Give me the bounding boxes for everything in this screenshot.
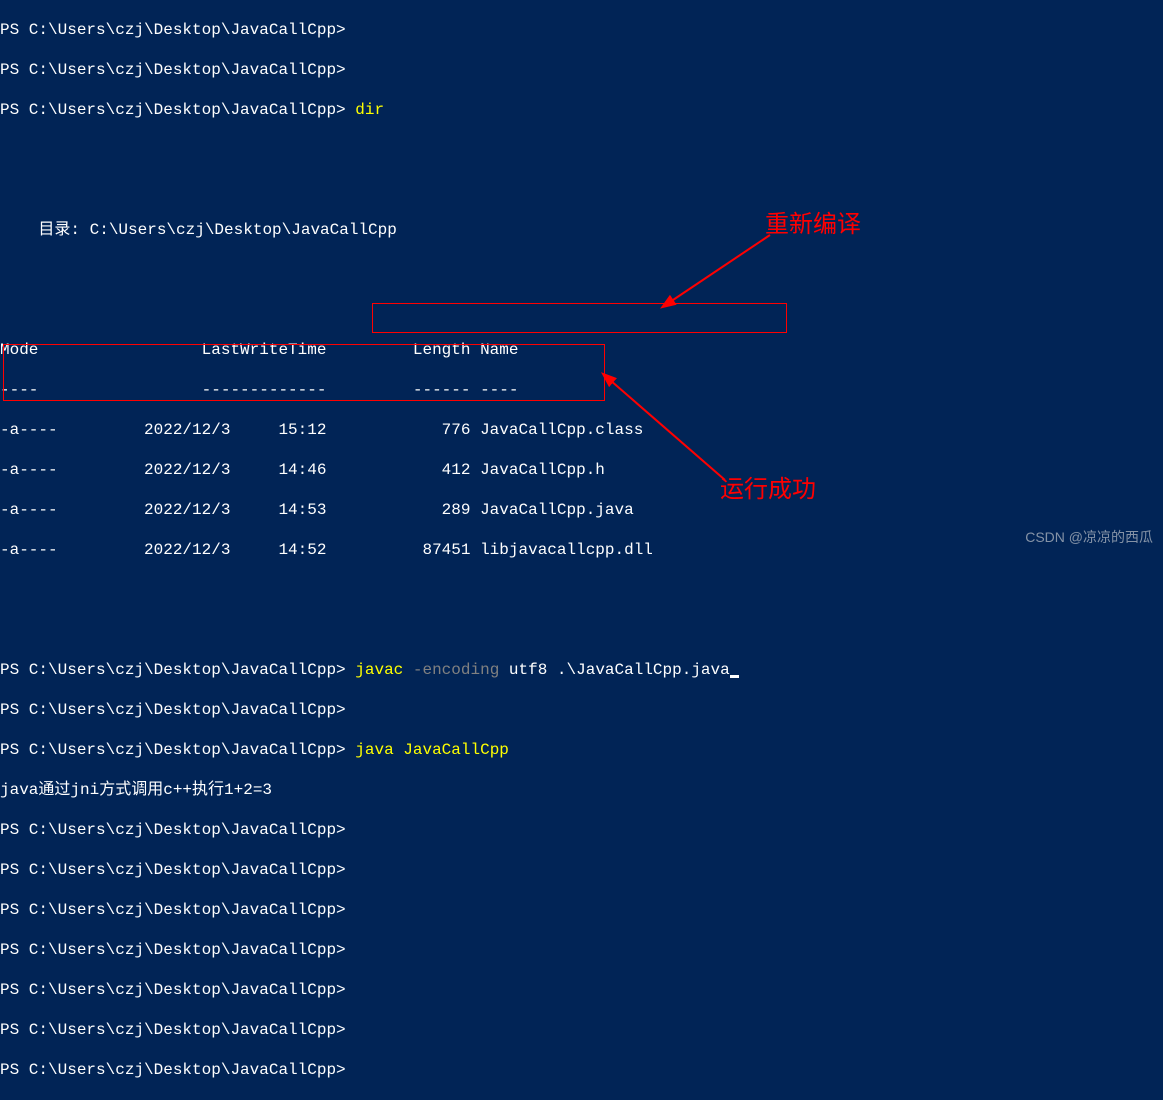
highlight-box-success (3, 344, 605, 401)
command-javac: javac (355, 661, 413, 679)
prompt-line: PS C:\Users\czj\Desktop\JavaCallCpp> (0, 940, 1163, 960)
cursor-icon (730, 675, 739, 678)
prompt-text: PS C:\Users\czj\Desktop\JavaCallCpp> (0, 741, 355, 759)
prompt-line: PS C:\Users\czj\Desktop\JavaCallCpp> (0, 1020, 1163, 1040)
prompt-line: PS C:\Users\czj\Desktop\JavaCallCpp> dir (0, 100, 1163, 120)
blank-line (0, 140, 1163, 160)
blank-line (0, 180, 1163, 200)
command-java: java JavaCallCpp (355, 741, 509, 759)
highlight-box-recompile (372, 303, 787, 333)
file-row: -a---- 2022/12/3 14:53 289 JavaCallCpp.j… (0, 500, 1163, 520)
file-row: -a---- 2022/12/3 14:46 412 JavaCallCpp.h (0, 460, 1163, 480)
prompt-text: PS C:\Users\czj\Desktop\JavaCallCpp> (0, 101, 355, 119)
prompt-line: PS C:\Users\czj\Desktop\JavaCallCpp> (0, 980, 1163, 1000)
file-row: -a---- 2022/12/3 15:12 776 JavaCallCpp.c… (0, 420, 1163, 440)
annotation-recompile: 重新编译 (765, 210, 861, 240)
annotation-success: 运行成功 (720, 475, 816, 505)
prompt-line: PS C:\Users\czj\Desktop\JavaCallCpp> (0, 1060, 1163, 1080)
prompt-line-javac: PS C:\Users\czj\Desktop\JavaCallCpp> jav… (0, 660, 1163, 680)
file-row: -a---- 2022/12/3 14:52 87451 libjavacall… (0, 540, 1163, 560)
blank-line (0, 580, 1163, 600)
prompt-line: PS C:\Users\czj\Desktop\JavaCallCpp> (0, 860, 1163, 880)
dir-header: 目录: C:\Users\czj\Desktop\JavaCallCpp (0, 220, 1163, 240)
flag-encoding: -encoding (413, 661, 499, 679)
prompt-text: PS C:\Users\czj\Desktop\JavaCallCpp> (0, 661, 355, 679)
prompt-line: PS C:\Users\czj\Desktop\JavaCallCpp> (0, 60, 1163, 80)
blank-line (0, 260, 1163, 280)
prompt-line: PS C:\Users\czj\Desktop\JavaCallCpp> (0, 900, 1163, 920)
command-dir: dir (355, 101, 384, 119)
watermark-text: CSDN @凉凉的西瓜 (1025, 529, 1153, 547)
prompt-line: PS C:\Users\czj\Desktop\JavaCallCpp> (0, 20, 1163, 40)
command-args: utf8 .\JavaCallCpp.java (499, 661, 729, 679)
program-output: java通过jni方式调用c++执行1+2=3 (0, 780, 1163, 800)
prompt-line: PS C:\Users\czj\Desktop\JavaCallCpp> (0, 820, 1163, 840)
prompt-line-java: PS C:\Users\czj\Desktop\JavaCallCpp> jav… (0, 740, 1163, 760)
powershell-terminal[interactable]: PS C:\Users\czj\Desktop\JavaCallCpp> PS … (0, 0, 1163, 1100)
prompt-line: PS C:\Users\czj\Desktop\JavaCallCpp> (0, 700, 1163, 720)
blank-line (0, 620, 1163, 640)
